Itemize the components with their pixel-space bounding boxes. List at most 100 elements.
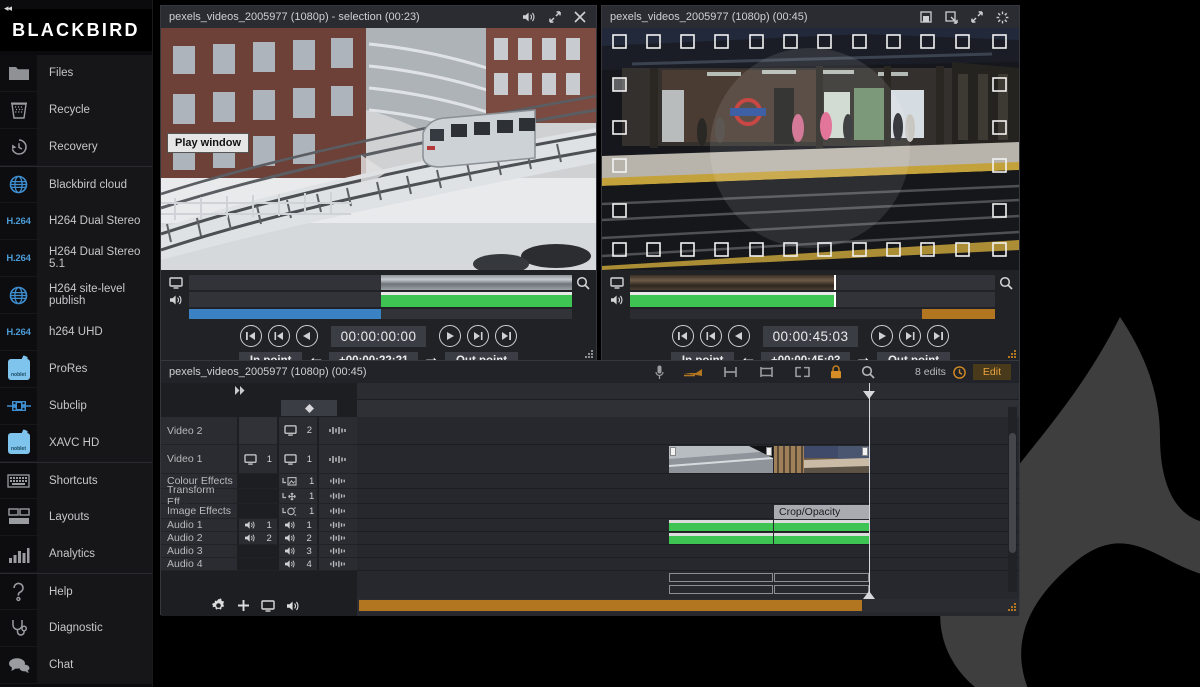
track-header-image-effects[interactable]: Image Effects 1 <box>161 504 357 519</box>
sidebar-item-recovery[interactable]: Recovery <box>0 129 152 166</box>
clip-out-handle[interactable] <box>862 447 868 456</box>
track-output-slot[interactable]: 2 <box>279 417 317 444</box>
resize-grip-handle[interactable] <box>1008 603 1017 612</box>
gear-icon[interactable] <box>211 598 226 613</box>
monitor-icon[interactable] <box>261 599 275 612</box>
track-header-audio-2[interactable]: Audio 2 2 2 <box>161 532 357 545</box>
track-header-video-2[interactable]: Video 2 2 <box>161 417 357 445</box>
go-to-end-icon[interactable] <box>927 325 950 347</box>
timeline-vscroll-thumb[interactable] <box>1009 433 1016 553</box>
track-source-slot[interactable] <box>239 474 277 488</box>
sidebar-item-h264-dual-stereo-51[interactable]: H.264 H264 Dual Stereo 5.1 <box>0 240 152 277</box>
lane-image-effects[interactable] <box>357 504 1019 519</box>
track-output-slot[interactable]: 2 <box>279 532 317 544</box>
play-reverse-icon[interactable] <box>727 325 750 347</box>
track-output-slot[interactable]: 1 <box>279 489 317 503</box>
lane-video-2[interactable] <box>357 417 1019 445</box>
trim-both-icon[interactable] <box>722 366 739 378</box>
lock-icon[interactable] <box>830 365 842 379</box>
timeline-outline-clip-1[interactable] <box>669 573 773 582</box>
track-source-slot[interactable] <box>239 558 277 570</box>
previous-edit-icon[interactable] <box>267 325 290 347</box>
track-output-slot[interactable]: 1 <box>279 519 317 531</box>
track-source-slot[interactable] <box>239 504 277 518</box>
resize-grip-handle[interactable] <box>1008 350 1017 359</box>
playhead-marker-top[interactable] <box>863 391 875 399</box>
sidebar-item-layouts[interactable]: Layouts <box>0 499 152 536</box>
sidebar-item-prores[interactable]: noblet ProRes <box>0 351 152 388</box>
play-icon[interactable] <box>439 325 462 347</box>
track-source-slot[interactable] <box>239 417 277 444</box>
track-source-slot[interactable] <box>239 489 277 503</box>
source-timecode[interactable]: 00:00:00:00 <box>330 325 427 347</box>
next-edit-icon[interactable] <box>899 325 922 347</box>
timeline-audio-clip-a2-1[interactable] <box>669 533 773 544</box>
timeline-ruler[interactable] <box>357 383 1019 400</box>
track-header-video-1[interactable]: Video 1 1 1 <box>161 445 357 474</box>
plus-icon[interactable] <box>237 599 250 612</box>
history-clock-icon[interactable] <box>953 365 966 379</box>
waveform-toggle-icon[interactable] <box>319 532 357 544</box>
track-header-audio-3[interactable]: Audio 3 3 <box>161 545 357 558</box>
track-source-slot[interactable]: 1 <box>239 445 277 473</box>
track-output-slot[interactable]: 1 <box>279 474 317 488</box>
timeline-outline-clip-3[interactable] <box>669 585 773 594</box>
speaker-icon[interactable] <box>286 600 300 612</box>
timeline-audio-clip-a1-1[interactable] <box>669 520 773 531</box>
slice-tool-icon[interactable] <box>683 366 703 378</box>
next-edit-icon[interactable] <box>467 325 490 347</box>
waveform-toggle-icon[interactable] <box>319 519 357 531</box>
timeline-scroll-thumb[interactable] <box>359 600 862 611</box>
sidebar-item-help[interactable]: Help <box>0 573 152 610</box>
waveform-toggle-icon[interactable] <box>319 489 357 503</box>
play-icon[interactable] <box>871 325 894 347</box>
track-output-slot[interactable]: 1 <box>279 445 317 473</box>
source-audio-scrubber[interactable] <box>189 292 572 307</box>
sidebar-item-analytics[interactable]: Analytics <box>0 536 152 573</box>
track-source-slot[interactable]: 1 <box>239 519 277 531</box>
waveform-toggle-icon[interactable] <box>319 504 357 518</box>
go-to-end-icon[interactable] <box>495 325 518 347</box>
play-overlay-icon[interactable] <box>361 155 387 189</box>
timeline-tracks-area[interactable]: Crop/Opacity <box>357 383 1019 616</box>
timeline-clip-video-a[interactable] <box>669 446 773 473</box>
sidebar-item-recycle[interactable]: Recycle <box>0 92 152 129</box>
timeline-outline-clip-2[interactable] <box>774 573 869 582</box>
waveform-toggle-icon[interactable] <box>319 417 357 444</box>
timeline-timecode[interactable]: 00:00:45:03 <box>762 325 859 347</box>
save-frame-icon[interactable] <box>920 11 932 23</box>
trim-out-icon[interactable] <box>758 366 775 378</box>
sidebar-item-xavc-hd[interactable]: noblet XAVC HD <box>0 425 152 462</box>
track-source-slot[interactable] <box>239 545 277 557</box>
sidebar-item-files[interactable]: Files <box>0 55 152 92</box>
magnifier-icon[interactable] <box>995 276 1017 290</box>
close-icon[interactable] <box>574 11 586 23</box>
previous-edit-icon[interactable] <box>699 325 722 347</box>
track-header-audio-4[interactable]: Audio 4 4 <box>161 558 357 571</box>
playhead-marker-bottom[interactable] <box>863 591 875 599</box>
playhead-line[interactable] <box>869 383 870 599</box>
trim-in-icon[interactable] <box>794 366 811 378</box>
track-header-audio-1[interactable]: Audio 1 1 1 <box>161 519 357 532</box>
timeline-audio-clip-a2-2[interactable] <box>774 533 869 544</box>
track-output-slot[interactable]: 1 <box>279 504 317 518</box>
timeline-video-preview[interactable] <box>602 28 1019 270</box>
collapse-left-icon[interactable]: ◂◂ <box>4 3 12 14</box>
track-output-slot[interactable]: 4 <box>279 558 317 570</box>
sidebar-item-h264-dual-stereo[interactable]: H.264 H264 Dual Stereo <box>0 203 152 240</box>
sidebar-item-subclip[interactable]: Subclip <box>0 388 152 425</box>
waveform-toggle-icon[interactable] <box>319 445 357 473</box>
timeline-range-bar[interactable] <box>630 309 995 319</box>
resize-grip-handle[interactable] <box>585 350 594 359</box>
sidebar-item-chat[interactable]: Chat <box>0 647 152 684</box>
clip-out-handle[interactable] <box>766 447 772 456</box>
timeline-video-scrubber[interactable] <box>630 275 995 290</box>
magnifier-icon[interactable] <box>572 276 594 290</box>
lane-audio-3[interactable] <box>357 545 1019 558</box>
timeline-audio-clip-a1-2[interactable] <box>774 520 869 531</box>
diamond-marker-icon[interactable] <box>281 400 337 416</box>
magnifier-icon[interactable] <box>861 365 875 379</box>
expand-icon[interactable] <box>971 11 983 23</box>
lane-transform-effects[interactable] <box>357 489 1019 504</box>
sidebar-item-blackbird-cloud[interactable]: Blackbird cloud <box>0 166 152 203</box>
